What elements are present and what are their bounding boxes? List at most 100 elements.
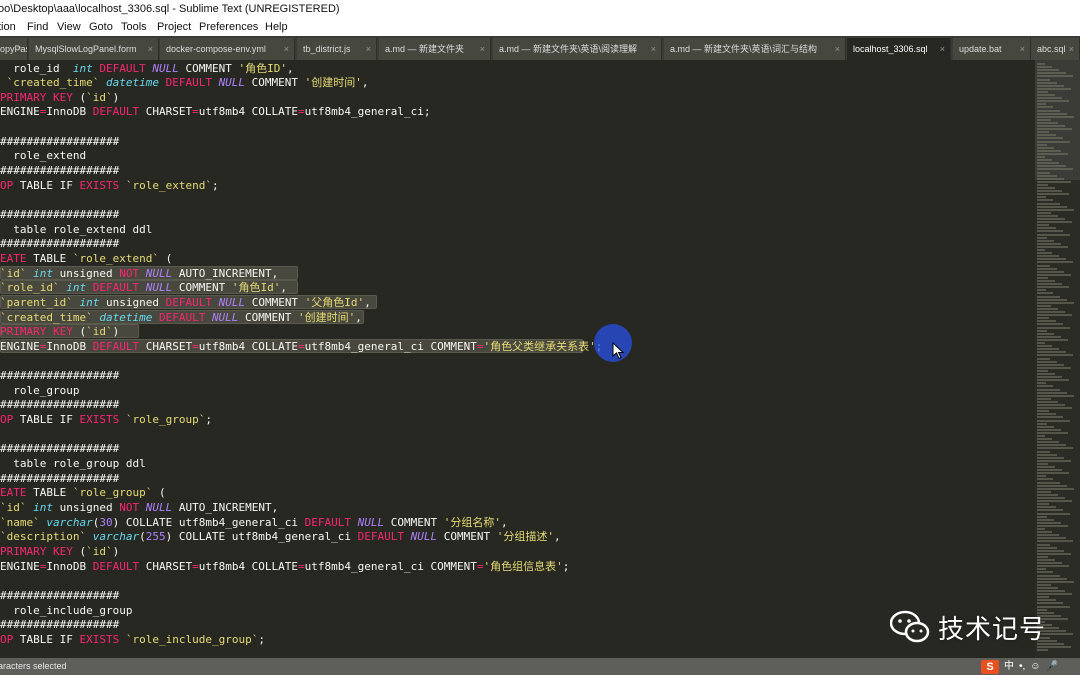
ime-toolbar[interactable]: S 中 •, ☺ 🎤 [975, 658, 1080, 675]
editor-tab[interactable]: a.md — 新建文件夹\英语\词汇与结构 × [664, 38, 846, 60]
minimap-line [1037, 106, 1053, 109]
tab-label: docker-compose-env.yml [166, 44, 266, 54]
menu-item[interactable]: View [57, 18, 81, 36]
code-line[interactable]: ENGINE=InnoDB DEFAULT CHARSET=utf8mb4 CO… [0, 559, 569, 574]
code-line[interactable]: ################## [0, 207, 119, 222]
minimap[interactable] [1035, 60, 1080, 658]
minimap-line [1037, 546, 1057, 549]
code-line[interactable]: PRIMARY KEY (`id`) [0, 544, 119, 559]
minimap-line [1037, 571, 1053, 574]
menu-item[interactable]: tion [0, 18, 16, 36]
tab-label: a.md — 新建文件夹 [385, 44, 465, 54]
editor-tab[interactable]: localhost_3306.sql × [847, 38, 951, 60]
code-line[interactable]: `id` int unsigned NOT NULL AUTO_INCREMEN… [0, 266, 278, 281]
menu-item[interactable]: Help [265, 18, 288, 36]
tab-close-icon[interactable]: × [148, 38, 153, 60]
menu-item[interactable]: Project [157, 18, 191, 36]
tab-close-icon[interactable]: × [835, 38, 840, 60]
editor-tab[interactable]: docker-compose-env.yml × [160, 38, 295, 60]
punctuation-icon[interactable]: •, [1019, 658, 1025, 675]
ime-language-indicator[interactable]: 中 [1004, 658, 1014, 675]
minimap-line [1037, 196, 1046, 199]
tab-close-icon[interactable]: × [480, 38, 485, 60]
tab-close-icon[interactable]: × [940, 38, 945, 60]
minimap-line [1037, 149, 1061, 152]
code-line[interactable]: `id` int unsigned NOT NULL AUTO_INCREMEN… [0, 500, 278, 515]
code-line[interactable]: role_id int DEFAULT NULL COMMENT '角色ID', [0, 61, 293, 76]
menu-item[interactable]: Preferences [199, 18, 258, 36]
code-line[interactable]: table role_group ddl [0, 456, 145, 471]
tab-label: a.md — 新建文件夹\英语\阅读理解 [499, 44, 638, 54]
minimap-line [1037, 531, 1052, 534]
code-line[interactable]: PRIMARY KEY (`id`) [0, 324, 119, 339]
code-line[interactable]: `role_id` int DEFAULT NULL COMMENT '角色Id… [0, 280, 287, 295]
code-line[interactable]: ################## [0, 163, 119, 178]
tab-close-icon[interactable]: × [17, 38, 22, 60]
code-line[interactable]: role_include_group [0, 603, 132, 618]
minimap-line [1037, 218, 1065, 220]
code-line[interactable]: ################## [0, 368, 119, 383]
minimap-line [1037, 407, 1072, 410]
minimap-line [1037, 577, 1067, 580]
minimap-line [1037, 258, 1066, 261]
minimap-line [1037, 447, 1073, 450]
editor-tab[interactable]: abc.sql × [1031, 38, 1080, 60]
menu-item[interactable]: Goto [89, 18, 113, 36]
code-line[interactable]: table role_extend ddl [0, 222, 152, 237]
minimap-line [1037, 112, 1067, 115]
minimap-line [1037, 493, 1058, 496]
code-line[interactable]: ################## [0, 588, 119, 603]
minimap-line [1037, 648, 1048, 651]
editor-tab[interactable]: MysqlSlowLogPanel.form × [29, 38, 159, 60]
code-line[interactable]: OP TABLE IF EXISTS `role_group`; [0, 412, 212, 427]
emoji-icon[interactable]: ☺ [1030, 658, 1040, 675]
minimap-line [1037, 283, 1062, 286]
editor-tab[interactable]: opyPast× [0, 38, 28, 60]
code-line[interactable]: `name` varchar(30) COLLATE utf8mb4_gener… [0, 515, 508, 530]
minimap-line [1037, 509, 1063, 512]
code-line[interactable]: PRIMARY KEY (`id`) [0, 90, 119, 105]
code-line[interactable]: EATE TABLE `role_extend` ( [0, 251, 172, 266]
minimap-line [1037, 354, 1073, 357]
editor-tab[interactable]: tb_district.js × [297, 38, 377, 60]
code-line[interactable]: ENGINE=InnoDB DEFAULT CHARSET=utf8mb4 CO… [0, 104, 431, 119]
code-line[interactable]: ################## [0, 617, 119, 632]
tab-close-icon[interactable]: × [366, 38, 371, 60]
minimap-line [1037, 475, 1046, 478]
editor-tab[interactable]: a.md — 新建文件夹 × [379, 38, 491, 60]
microphone-icon[interactable]: 🎤 [1046, 658, 1058, 675]
tab-close-icon[interactable]: × [1020, 38, 1025, 60]
code-line[interactable]: ################## [0, 441, 119, 456]
tab-close-icon[interactable]: × [284, 38, 289, 60]
minimap-line [1037, 397, 1051, 400]
code-line[interactable]: EATE TABLE `role_group` ( [0, 485, 166, 500]
code-line[interactable]: ################## [0, 134, 119, 149]
code-editor[interactable]: role_id int DEFAULT NULL COMMENT '角色ID',… [0, 60, 1035, 658]
code-line[interactable]: ################## [0, 236, 119, 251]
tab-close-icon[interactable]: × [651, 38, 656, 60]
code-line[interactable]: role_extend [0, 148, 86, 163]
code-line[interactable]: OP TABLE IF EXISTS `role_extend`; [0, 178, 219, 193]
code-line[interactable]: OP TABLE IF EXISTS `role_include_group`; [0, 632, 265, 647]
code-line[interactable]: `created_time` datetime DEFAULT NULL COM… [0, 310, 362, 325]
minimap-line [1037, 596, 1049, 599]
menu-item[interactable]: Find [27, 18, 48, 36]
menu-item[interactable]: Tools [121, 18, 147, 36]
code-line[interactable]: `created_time` datetime DEFAULT NULL COM… [0, 75, 369, 90]
code-line[interactable]: `parent_id` int unsigned DEFAULT NULL CO… [0, 295, 371, 310]
code-line[interactable]: ################## [0, 471, 119, 486]
code-line[interactable]: ################## [0, 397, 119, 412]
code-line[interactable]: role_group [0, 383, 79, 398]
minimap-line [1037, 143, 1047, 146]
minimap-line [1037, 323, 1063, 326]
code-line[interactable]: ENGINE=InnoDB DEFAULT CHARSET=utf8mb4 CO… [0, 339, 602, 354]
editor-tab[interactable]: update.bat × [953, 38, 1031, 60]
tab-close-icon[interactable]: × [1069, 38, 1074, 60]
code-line[interactable]: `description` varchar(255) COLLATE utf8m… [0, 529, 561, 544]
minimap-line [1037, 593, 1072, 596]
editor-tab[interactable]: a.md — 新建文件夹\英语\阅读理解 × [493, 38, 662, 60]
minimap-line [1037, 559, 1055, 561]
sogou-ime-icon[interactable]: S [981, 659, 999, 674]
minimap-line [1037, 90, 1048, 93]
minimap-line [1037, 379, 1069, 382]
